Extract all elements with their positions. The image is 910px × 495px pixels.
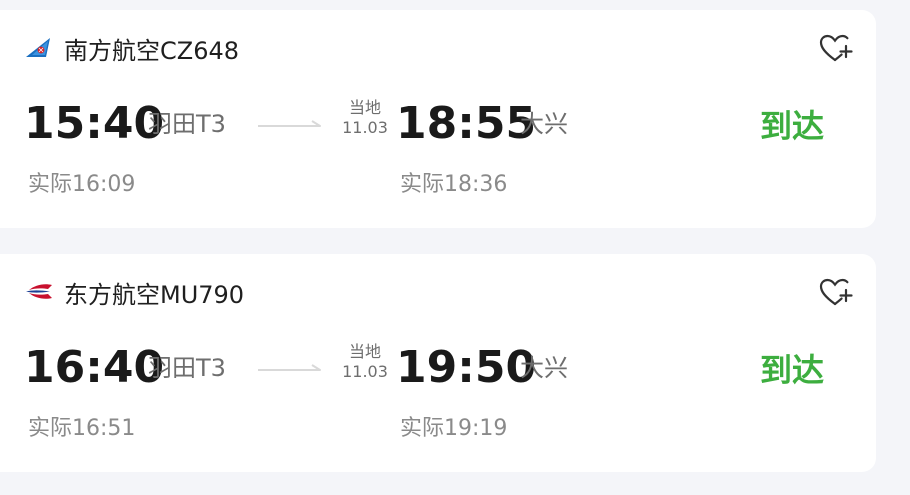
china-eastern-logo-icon (24, 279, 54, 305)
arrival-time: 18:55 (396, 98, 537, 149)
airline-flight-number: 东方航空MU790 (64, 280, 245, 309)
airline-header: 东方航空MU790 (24, 276, 245, 309)
arrival-airport: 大兴 (520, 354, 568, 382)
actual-arrival-time: 实际18:36 (400, 172, 508, 197)
arrival-local-date: 当地 11.03 (340, 342, 390, 382)
local-label: 当地 (348, 98, 381, 117)
flight-card[interactable]: 南方航空CZ648 15:40 羽田T3 当地 11.03 18:55 大兴 到… (0, 10, 876, 228)
departure-terminal: 羽田T3 (148, 354, 226, 382)
arrival-date: 11.03 (342, 362, 388, 381)
favorite-add-icon[interactable] (818, 276, 854, 310)
airline-flight-number: 南方航空CZ648 (64, 36, 240, 65)
departure-time: 16:40 (24, 342, 165, 393)
status-badge: 到达 (760, 107, 825, 145)
actual-departure-time: 实际16:51 (28, 416, 136, 441)
flight-card[interactable]: 东方航空MU790 16:40 羽田T3 当地 11.03 19:50 大兴 到… (0, 254, 876, 472)
airline-header: 南方航空CZ648 (24, 32, 240, 65)
arrival-airport: 大兴 (520, 110, 568, 138)
arrival-local-date: 当地 11.03 (340, 98, 390, 138)
arrival-time: 19:50 (396, 342, 537, 393)
flight-times-row: 15:40 羽田T3 当地 11.03 18:55 大兴 到达 (24, 94, 864, 154)
arrow-right-icon (258, 360, 324, 374)
actual-arrival-time: 实际19:19 (400, 416, 508, 441)
flight-times-row: 16:40 羽田T3 当地 11.03 19:50 大兴 到达 (24, 338, 864, 398)
actual-departure-time: 实际16:09 (28, 172, 136, 197)
departure-terminal: 羽田T3 (148, 110, 226, 138)
arrival-date: 11.03 (342, 118, 388, 137)
local-label: 当地 (348, 342, 381, 361)
favorite-add-icon[interactable] (818, 32, 854, 66)
departure-time: 15:40 (24, 98, 165, 149)
arrow-right-icon (258, 116, 324, 130)
status-badge: 到达 (760, 351, 825, 389)
china-southern-logo-icon (24, 35, 54, 61)
